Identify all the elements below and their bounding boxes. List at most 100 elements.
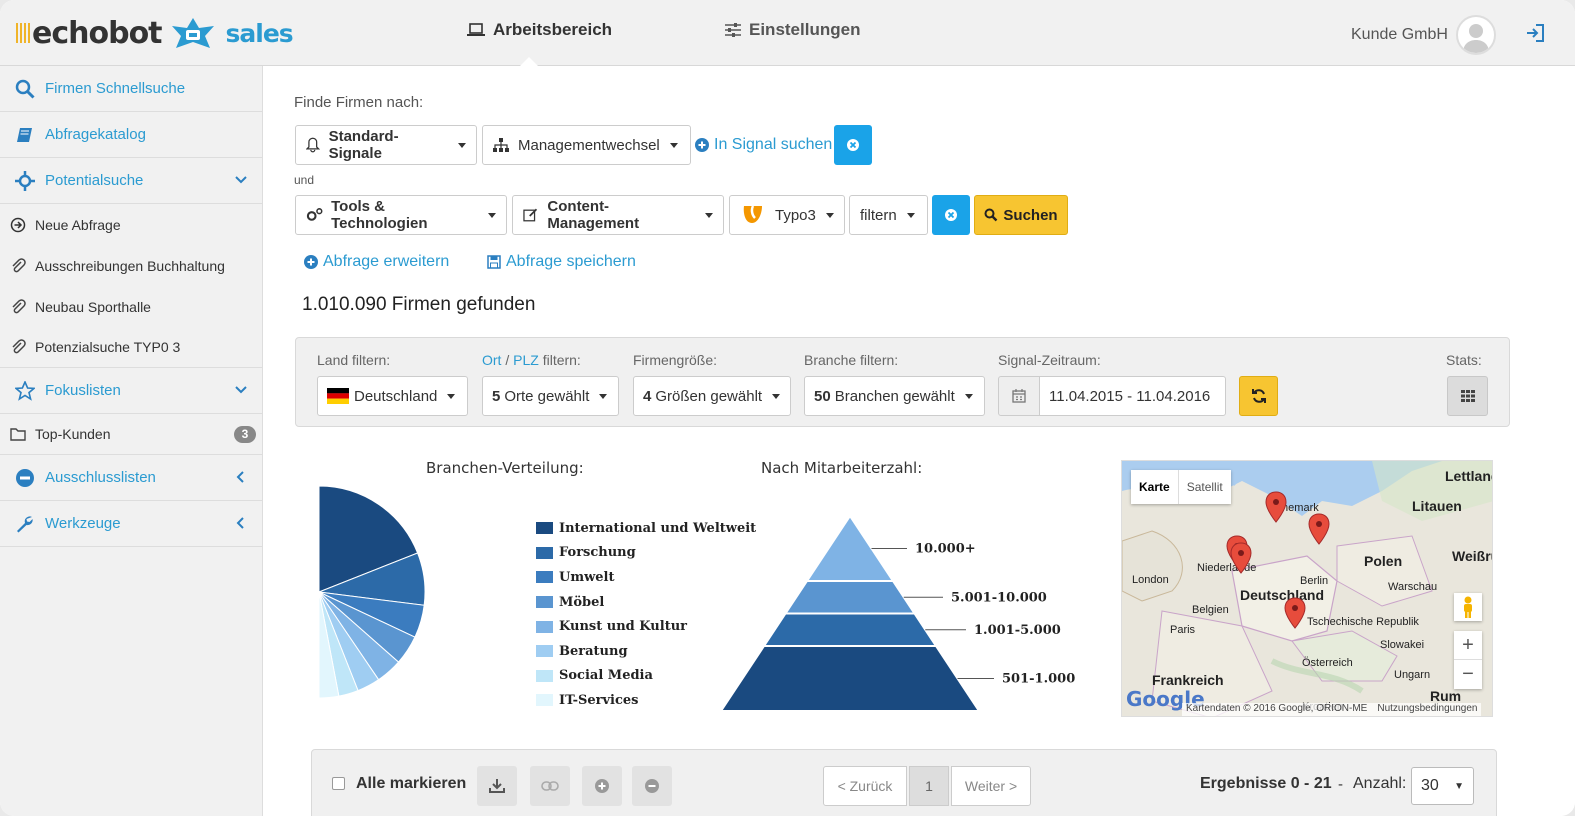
clear-row1-button[interactable] — [834, 125, 872, 165]
chain-link-icon — [541, 781, 559, 791]
sidebar: Firmen Schnellsuche Abfragekatalog Poten… — [0, 66, 263, 816]
pyramid-label: 10.000+ — [915, 542, 976, 557]
sidebar-item-typo3[interactable]: Potenzialsuche TYP0 3 — [0, 327, 262, 368]
plus-circle-icon — [595, 779, 609, 793]
sidebar-item-neubau[interactable]: Neubau Sporthalle — [0, 286, 262, 327]
legend-label: IT-Services — [559, 692, 639, 708]
abfrage-speichern-link[interactable]: Abfrage speichern — [487, 253, 636, 271]
legend-swatch — [536, 694, 553, 707]
legend-swatch — [536, 645, 553, 658]
legend-swatch — [536, 669, 553, 682]
next-page-label: Weiter > — [964, 778, 1018, 794]
main-content: Finde Firmen nach: Standard-Signale Mana… — [264, 66, 1575, 816]
calendar-button[interactable] — [998, 376, 1040, 416]
sidebar-item-ausschreibungen[interactable]: Ausschreibungen Buchhaltung — [0, 245, 262, 286]
results-toolbar: Alle markieren < Zurück 1 Weiter > Ergeb… — [311, 749, 1497, 816]
legend-swatch — [536, 596, 553, 609]
paperclip-icon — [12, 339, 26, 354]
map-terms-link[interactable]: Nutzungsbedingungen — [1377, 703, 1477, 716]
wrench-icon — [17, 515, 33, 532]
count-select[interactable]: 30 ▼ — [1411, 767, 1474, 805]
in-signal-suchen-link[interactable]: In Signal suchen — [695, 136, 832, 154]
pyramid-segment[interactable] — [719, 645, 981, 712]
legend-label: Beratung — [559, 643, 628, 659]
signal-type-dropdown[interactable]: Managementwechsel — [482, 125, 691, 165]
map-label: Paris — [1170, 624, 1196, 636]
nav-einstellungen[interactable]: Einstellungen — [725, 20, 860, 40]
sidebar-item-schnellsuche[interactable]: Firmen Schnellsuche — [0, 66, 262, 112]
nav-arbeitsbereich[interactable]: Arbeitsbereich — [467, 20, 612, 40]
pyramid-label: 501-1.000 — [1002, 672, 1075, 687]
land-dropdown[interactable]: Deutschland — [317, 376, 468, 416]
ort-dropdown[interactable]: 5 Orte gewählt — [482, 376, 619, 416]
logo-bars — [16, 23, 30, 43]
results-separator: - — [1338, 776, 1343, 793]
avatar[interactable] — [1456, 15, 1496, 55]
paperclip-icon — [12, 257, 26, 272]
legend-swatch — [536, 522, 553, 535]
germany-flag-icon — [327, 388, 349, 404]
legend-swatch — [536, 546, 553, 559]
technology-dropdown[interactable]: Typo3 — [729, 195, 845, 235]
page-number[interactable]: 1 — [909, 766, 949, 806]
abfrage-erweitern-link[interactable]: Abfrage erweitern — [304, 253, 449, 271]
map-label: Rum — [1430, 688, 1461, 704]
sidebar-item-abfragekatalog[interactable]: Abfragekatalog — [0, 112, 262, 158]
ort-label-separator: / — [501, 352, 514, 368]
next-page-button[interactable]: Weiter > — [951, 766, 1031, 806]
plus-circle-icon — [695, 138, 709, 152]
sidebar-item-werkzeuge[interactable]: Werkzeuge — [0, 501, 262, 547]
plz-link[interactable]: PLZ — [513, 352, 539, 368]
ort-link[interactable]: Ort — [482, 352, 501, 368]
select-all-label: Alle markieren — [356, 775, 467, 792]
pyramid-segment[interactable] — [762, 612, 938, 647]
refresh-button[interactable] — [1239, 376, 1278, 416]
download-icon — [489, 779, 505, 793]
map-label: Tschechische Republik — [1307, 616, 1419, 628]
filter-dropdown[interactable]: filtern — [849, 195, 928, 235]
remove-button[interactable] — [632, 766, 672, 806]
signal-dropdown[interactable]: Standard-Signale — [295, 125, 477, 165]
map-tab-satellit[interactable]: Satellit — [1179, 470, 1231, 504]
legend-label: Kunst und Kultur — [559, 619, 687, 635]
pyramid-segment[interactable] — [783, 580, 917, 615]
legend-label: Umwelt — [559, 569, 615, 585]
pyramid-label: 5.001-10.000 — [951, 590, 1047, 605]
map-tab-karte[interactable]: Karte — [1131, 470, 1179, 504]
link-button[interactable] — [530, 766, 570, 806]
sidebar-item-top-kunden[interactable]: Top-Kunden 3 — [0, 414, 262, 455]
zoom-in-button[interactable]: + — [1454, 631, 1482, 660]
prev-page-button[interactable]: < Zurück — [823, 766, 907, 806]
pegman-button[interactable] — [1454, 593, 1482, 621]
size-dropdown[interactable]: 4 Größen gewählt — [633, 376, 791, 416]
subcategory-dropdown[interactable]: Content-Management — [512, 195, 724, 235]
logo-word: echobot — [32, 15, 163, 51]
add-button[interactable] — [582, 766, 622, 806]
download-button[interactable] — [477, 766, 517, 806]
zeitraum-input[interactable]: 11.04.2015 - 11.04.2016 — [1039, 376, 1226, 416]
stats-grid-button[interactable] — [1447, 376, 1488, 416]
sidebar-item-fokuslisten[interactable]: Fokuslisten — [0, 368, 262, 414]
minus-circle-icon — [645, 779, 659, 793]
logout-icon[interactable] — [1524, 22, 1546, 44]
search-button[interactable]: Suchen — [974, 195, 1068, 235]
sidebar-item-potentialsuche[interactable]: Potentialsuche — [0, 158, 262, 204]
active-tab-indicator — [520, 57, 538, 66]
customer-name[interactable]: Kunde GmbH — [1351, 26, 1448, 44]
nav-einstellungen-label: Einstellungen — [749, 20, 861, 39]
sidebar-item-ausschlusslisten[interactable]: Ausschlusslisten — [0, 455, 262, 501]
dropdown-arrow-icon: ▼ — [1454, 780, 1464, 792]
zoom-out-button[interactable]: − — [1454, 660, 1482, 689]
sidebar-item-neue-abfrage[interactable]: Neue Abfrage — [0, 204, 262, 245]
close-circle-icon — [945, 209, 957, 221]
logo[interactable]: echobot sales — [16, 14, 294, 52]
abfrage-speichern-label: Abfrage speichern — [506, 253, 636, 270]
branche-dropdown[interactable]: 50 Branchen gewählt — [804, 376, 985, 416]
category-dropdown[interactable]: Tools & Technologien — [295, 195, 507, 235]
map[interactable]: LettlandLitauenDänemarkWeißruPolenWarsch… — [1121, 460, 1493, 717]
map-label: London — [1132, 574, 1169, 586]
clear-row2-button[interactable] — [932, 195, 970, 235]
laptop-icon — [467, 23, 485, 36]
arrow-circle-icon — [10, 217, 26, 232]
select-all-checkbox[interactable] — [332, 777, 345, 790]
